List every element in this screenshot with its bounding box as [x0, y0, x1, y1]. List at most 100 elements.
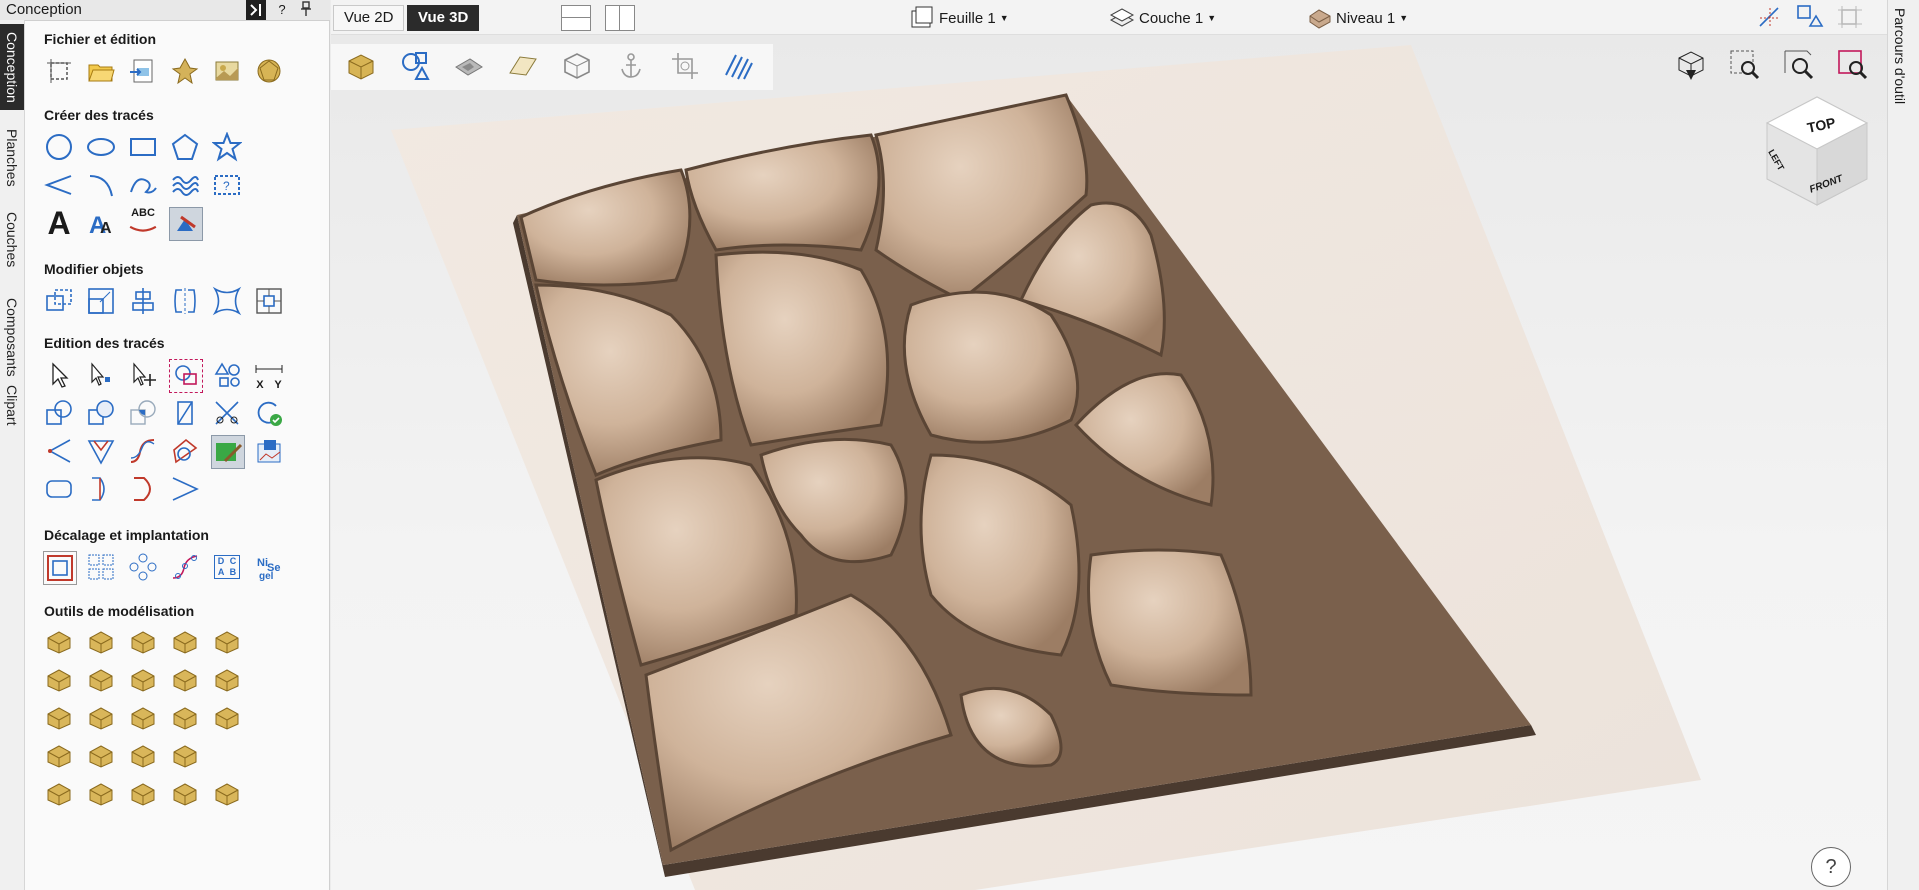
- view-cube[interactable]: TOP LEFT FRONT: [1759, 93, 1875, 209]
- import-3d-model-icon[interactable]: [253, 55, 285, 87]
- open-file-icon[interactable]: [85, 55, 117, 87]
- 3d-viewport[interactable]: TOP LEFT FRONT ?: [331, 35, 1887, 890]
- spin-icon[interactable]: [127, 663, 159, 695]
- texture-icon[interactable]: [43, 701, 75, 733]
- sheet-selector[interactable]: Feuille 1 ▼: [909, 6, 1009, 30]
- chamfer-icon[interactable]: [85, 435, 117, 467]
- split-horizontal-icon[interactable]: [561, 5, 591, 31]
- cut-icon[interactable]: [169, 739, 201, 771]
- snap-origin-icon[interactable]: [1756, 4, 1784, 30]
- draw-wave-icon[interactable]: [169, 169, 201, 201]
- offset-vectors-icon[interactable]: [43, 551, 77, 585]
- wrap-icon[interactable]: [127, 777, 159, 809]
- tab-planches[interactable]: Planches: [0, 116, 24, 200]
- tab-clipart[interactable]: Clipart: [0, 368, 24, 442]
- draw-rectangle-icon[interactable]: [127, 131, 159, 163]
- zoom-selection-icon[interactable]: [1833, 45, 1873, 85]
- anchor-icon[interactable]: [611, 46, 651, 86]
- view-3d-button[interactable]: Vue 3D: [407, 5, 480, 31]
- snap-shape-icon[interactable]: [1796, 4, 1824, 30]
- merge-icon[interactable]: [127, 701, 159, 733]
- bracket-icon[interactable]: [85, 473, 117, 505]
- import-bitmap-icon[interactable]: [211, 55, 243, 87]
- layer-selector[interactable]: Couche 1 ▼: [1109, 6, 1216, 30]
- bitmap-layer-icon[interactable]: [449, 46, 489, 86]
- help-icon[interactable]: ?: [272, 1, 292, 19]
- nesting-labels-tool[interactable]: D C A B: [211, 551, 243, 583]
- help-button[interactable]: ?: [1811, 847, 1851, 887]
- coins-icon[interactable]: [211, 701, 243, 733]
- subtract-vectors-icon[interactable]: [85, 397, 117, 429]
- zoom-box-icon[interactable]: [1725, 45, 1765, 85]
- group-objects-icon[interactable]: [169, 359, 203, 393]
- dome-icon[interactable]: [85, 625, 117, 657]
- extend-vector-icon[interactable]: [169, 473, 201, 505]
- draw-star-icon[interactable]: [211, 131, 243, 163]
- trim-vectors-icon[interactable]: [211, 397, 243, 429]
- trace-bitmap-icon[interactable]: [169, 207, 203, 241]
- bake-icon[interactable]: [169, 777, 201, 809]
- box-shape-icon[interactable]: [211, 625, 243, 657]
- close-vectors-icon[interactable]: [253, 397, 285, 429]
- two-rail-icon[interactable]: [211, 663, 243, 695]
- draw-circle-icon[interactable]: [43, 131, 75, 163]
- zoom-all-icon[interactable]: [1779, 45, 1819, 85]
- smooth-icon[interactable]: [85, 663, 117, 695]
- circular-array-icon[interactable]: [127, 551, 159, 583]
- import-vector-icon[interactable]: [127, 55, 159, 87]
- align-center-icon[interactable]: [127, 285, 159, 317]
- polyline-edit-icon[interactable]: [169, 435, 201, 467]
- select-tool-icon[interactable]: [43, 359, 75, 391]
- import-component-icon[interactable]: [169, 55, 201, 87]
- toolpath-wave-icon[interactable]: [719, 46, 759, 86]
- draw-line-icon[interactable]: [43, 169, 75, 201]
- text-on-curve-icon[interactable]: AA: [85, 207, 117, 239]
- waves-icon[interactable]: [127, 739, 159, 771]
- nesting-icon[interactable]: Ni Se gel: [253, 551, 285, 583]
- blend-icon[interactable]: [85, 739, 117, 771]
- distort-objects-icon[interactable]: [211, 285, 243, 317]
- weld-vectors-icon[interactable]: [43, 397, 75, 429]
- view-material-icon[interactable]: [1671, 45, 1711, 85]
- extrude-icon[interactable]: [127, 625, 159, 657]
- slice-icon[interactable]: [43, 777, 75, 809]
- export-model-icon[interactable]: [211, 777, 243, 809]
- plane-icon[interactable]: [503, 46, 543, 86]
- sculpt-icon[interactable]: [43, 663, 75, 695]
- dogbone-icon[interactable]: [127, 473, 159, 505]
- tiling-icon[interactable]: [85, 701, 117, 733]
- job-setup-icon[interactable]: [43, 55, 75, 87]
- mirror-objects-icon[interactable]: [169, 285, 201, 317]
- collapse-panel-icon[interactable]: [246, 0, 266, 20]
- center-in-material-icon[interactable]: [253, 285, 285, 317]
- shapes-group-icon[interactable]: [211, 359, 243, 391]
- shape-vectors-icon[interactable]: [395, 46, 435, 86]
- draw-curve-icon[interactable]: [127, 169, 159, 201]
- pin-icon[interactable]: [296, 1, 316, 19]
- mold-icon[interactable]: [43, 739, 75, 771]
- snap-grid-icon[interactable]: [1836, 4, 1864, 30]
- tab-toolpaths[interactable]: Parcours d'outil: [1892, 8, 1908, 104]
- tab-couches[interactable]: Couches: [0, 200, 24, 280]
- draw-polygon-icon[interactable]: [169, 131, 201, 163]
- image-tile-icon[interactable]: [253, 435, 285, 467]
- rounded-rect-icon[interactable]: [43, 473, 75, 505]
- move-objects-icon[interactable]: [43, 285, 75, 317]
- copy-along-curve-icon[interactable]: [169, 551, 201, 583]
- split-vertical-icon[interactable]: [605, 5, 635, 31]
- sweep-icon[interactable]: [169, 663, 201, 695]
- create-shape-icon[interactable]: [43, 625, 75, 657]
- deform-icon[interactable]: [85, 777, 117, 809]
- intersect-vectors-icon[interactable]: [127, 397, 159, 429]
- draw-arc-icon[interactable]: [85, 169, 117, 201]
- pyramid-icon[interactable]: [169, 625, 201, 657]
- scale-objects-icon[interactable]: [85, 285, 117, 317]
- level-selector[interactable]: Niveau 1 ▼: [1306, 6, 1408, 30]
- smooth-curve-icon[interactable]: [127, 435, 159, 467]
- draw-text-tool[interactable]: A: [43, 205, 75, 241]
- overlap-vectors-icon[interactable]: [169, 397, 201, 429]
- wireframe-box-icon[interactable]: [557, 46, 597, 86]
- text-arc-tool[interactable]: ABC: [127, 207, 159, 239]
- edit-bitmap-icon[interactable]: [211, 435, 245, 469]
- view-2d-button[interactable]: Vue 2D: [333, 5, 405, 31]
